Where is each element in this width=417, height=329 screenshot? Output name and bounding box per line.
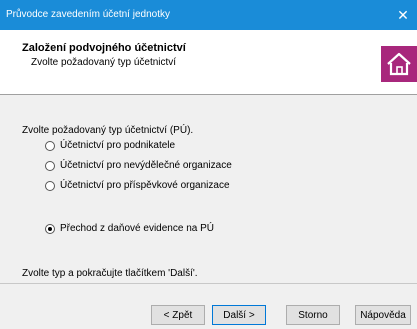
radio-label: Účetnictví pro podnikatele — [60, 140, 176, 151]
wizard-subtitle: Zvolte požadovaný typ účetnictví — [31, 57, 177, 68]
help-button[interactable]: Nápověda — [355, 305, 411, 325]
back-button[interactable]: < Zpět — [151, 305, 205, 325]
wizard-title: Založení podvojného účetnictví — [22, 42, 186, 54]
radio-button[interactable] — [45, 160, 55, 171]
options-prompt: Zvolte požadovaný typ účetnictví (PÚ). — [22, 125, 194, 136]
radio-button[interactable] — [45, 140, 55, 151]
wizard-header: Založení podvojného účetnictví Zvolte po… — [0, 30, 417, 95]
close-icon[interactable]: ✕ — [389, 0, 417, 30]
cancel-button[interactable]: Storno — [286, 305, 340, 325]
radio-option-prispevkove[interactable]: Účetnictví pro příspěvkové organizace — [45, 180, 230, 191]
instruction-hint: Zvolte typ a pokračujte tlačítkem 'Další… — [22, 268, 198, 279]
radio-label: Účetnictví pro nevýdělečné organizace — [60, 160, 232, 171]
radio-button[interactable] — [45, 180, 55, 191]
radio-option-podnikatele[interactable]: Účetnictví pro podnikatele — [45, 140, 175, 151]
separator — [0, 283, 417, 284]
radio-label: Účetnictví pro příspěvkové organizace — [60, 180, 230, 191]
next-button[interactable]: Další > — [212, 305, 266, 325]
radio-button-selected[interactable] — [45, 223, 55, 234]
home-icon — [381, 46, 417, 82]
radio-label: Přechod z daňové evidence na PÚ — [60, 223, 214, 234]
window-title: Průvodce zavedením účetní jednotky — [6, 9, 170, 20]
radio-option-nevydelecne[interactable]: Účetnictví pro nevýdělečné organizace — [45, 160, 232, 171]
radio-option-prechod[interactable]: Přechod z daňové evidence na PÚ — [45, 223, 214, 234]
title-bar: Průvodce zavedením účetní jednotky ✕ — [0, 0, 417, 30]
